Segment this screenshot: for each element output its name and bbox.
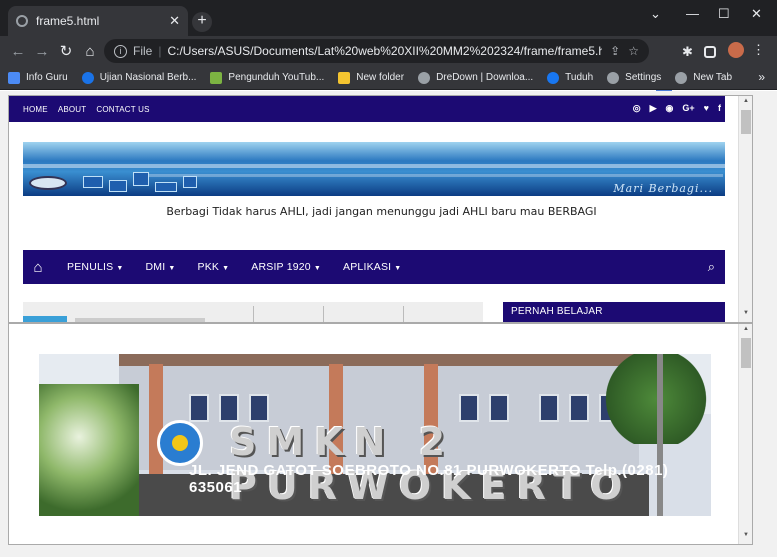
top-frame: HOME ABOUT CONTACT US ◎ ▶ ◉ G+ ♥ f Mari … xyxy=(8,95,753,323)
bottom-frame: SMKN 2 PURWOKERTO JL. JEND GATOT SOEBROT… xyxy=(8,323,753,545)
minimize-button[interactable]: — xyxy=(686,6,699,21)
twitter-icon[interactable]: ♥ xyxy=(704,103,709,114)
forward-icon[interactable]: → xyxy=(30,43,54,60)
bookmark-star-icon[interactable]: ☆ xyxy=(628,44,639,58)
download-arrow-icon xyxy=(210,71,223,84)
tab-title: frame5.html xyxy=(36,14,100,28)
tab-search-icon[interactable]: ⌄ xyxy=(650,6,661,22)
widget-title: PERNAH BELAJAR xyxy=(503,302,725,322)
maximize-button[interactable]: ☐ xyxy=(718,6,730,22)
browser-toolbar: ← → ↻ ⌂ i File | C:/Users/ASUS/Documents… xyxy=(0,36,777,96)
globe-icon xyxy=(675,71,688,84)
globe-icon xyxy=(16,15,28,27)
main-menu: ⌂ PENULIS ▼ DMI ▼ PKK ▼ ARSIP 1920 ▼ APLIKAS… xyxy=(23,250,725,284)
menu-pkk[interactable]: PKK ▼ xyxy=(197,261,229,273)
title-bar: frame5.html ✕ + ⌄ — ☐ ✕ xyxy=(0,0,777,36)
facebook-icon xyxy=(547,71,560,84)
school-logo xyxy=(157,420,203,466)
folder-icon xyxy=(338,71,351,84)
instagram-icon[interactable]: ◎ xyxy=(633,103,641,114)
bookmark-ujian-nasional[interactable]: Ujian Nasional Berb... xyxy=(81,71,196,84)
bookmark-pengunduh-youtube[interactable]: Pengunduh YouTub... xyxy=(210,71,324,84)
bookmarks-bar: Info Guru Ujian Nasional Berb... Pengund… xyxy=(0,66,777,90)
menu-aplikasi[interactable]: APLIKASI ▼ xyxy=(343,261,401,273)
scroll-up-icon[interactable]: ▲ xyxy=(739,326,752,332)
bottom-frame-scrollbar[interactable]: ▲ ▼ xyxy=(738,324,752,544)
scroll-thumb[interactable] xyxy=(741,110,751,134)
header-banner[interactable]: Mari Berbagi... xyxy=(23,142,725,196)
top-navbar: HOME ABOUT CONTACT US ◎ ▶ ◉ G+ ♥ f xyxy=(9,96,725,122)
school-photo: SMKN 2 PURWOKERTO JL. JEND GATOT SOEBROT… xyxy=(39,354,711,516)
extensions-puzzle-icon[interactable]: ✱ xyxy=(682,44,698,60)
back-icon[interactable]: ← xyxy=(6,43,30,60)
caret-down-icon: ▼ xyxy=(116,265,124,272)
top-link-home[interactable]: HOME xyxy=(23,105,48,114)
bookmark-new-tab[interactable]: New Tab xyxy=(675,71,732,84)
globe-icon xyxy=(418,71,431,84)
more-menu-icon[interactable]: ⋮ xyxy=(752,42,768,58)
close-window-button[interactable]: ✕ xyxy=(751,6,762,22)
close-tab-icon[interactable]: ✕ xyxy=(169,13,180,29)
menu-arsip-1920[interactable]: ARSIP 1920 ▼ xyxy=(251,261,321,273)
caret-down-icon: ▼ xyxy=(313,265,321,272)
menu-dmi[interactable]: DMI ▼ xyxy=(145,261,175,273)
featured-post-strip[interactable] xyxy=(23,302,483,322)
bookmark-icon xyxy=(81,71,94,84)
new-tab-button[interactable]: + xyxy=(192,12,212,32)
address-bar[interactable]: i File | C:/Users/ASUS/Documents/Lat%20w… xyxy=(104,39,649,63)
address-separator: | xyxy=(158,44,162,58)
bookmark-settings[interactable]: Settings xyxy=(607,71,661,84)
caret-down-icon: ▼ xyxy=(168,265,176,272)
reload-icon[interactable]: ↻ xyxy=(54,42,78,60)
url-text[interactable]: C:/Users/ASUS/Documents/Lat%20web%20XII%… xyxy=(167,44,602,58)
youtube-icon[interactable]: ▶ xyxy=(650,103,657,114)
file-label: File xyxy=(133,44,153,58)
frame-bottom-line xyxy=(9,544,753,545)
bookmarks-overflow-icon[interactable]: » xyxy=(758,70,765,84)
banner-script-text: Mari Berbagi... xyxy=(613,182,713,195)
top-link-contact[interactable]: CONTACT US xyxy=(96,105,149,114)
profile-avatar[interactable] xyxy=(728,42,744,58)
google-plus-icon[interactable]: G+ xyxy=(682,103,694,114)
browser-tab[interactable]: frame5.html ✕ xyxy=(8,6,188,36)
scroll-down-icon[interactable]: ▼ xyxy=(739,310,752,316)
side-panel-icon[interactable] xyxy=(704,46,716,58)
bookmark-tuduh[interactable]: Tuduh xyxy=(547,71,593,84)
social-links: ◎ ▶ ◉ G+ ♥ f xyxy=(624,103,721,114)
scroll-up-icon[interactable]: ▲ xyxy=(739,98,752,104)
caret-down-icon: ▼ xyxy=(222,265,230,272)
gear-icon xyxy=(607,71,620,84)
bookmark-info-guru[interactable]: Info Guru xyxy=(8,71,68,84)
scroll-thumb[interactable] xyxy=(741,338,751,368)
disk-graphic xyxy=(29,176,67,190)
caret-down-icon: ▼ xyxy=(394,265,402,272)
bookmark-icon xyxy=(8,71,20,84)
top-link-about[interactable]: ABOUT xyxy=(58,105,87,114)
page-viewport: HOME ABOUT CONTACT US ◎ ▶ ◉ G+ ♥ f Mari … xyxy=(0,91,777,557)
bookmark-dredown[interactable]: DreDown | Downloa... xyxy=(418,71,533,84)
top-frame-scrollbar[interactable]: ▲ ▼ xyxy=(738,96,752,322)
facebook-icon[interactable]: f xyxy=(718,103,721,114)
home-icon[interactable]: ⌂ xyxy=(23,250,53,284)
search-icon[interactable]: ⌕ xyxy=(708,259,715,275)
home-icon[interactable]: ⌂ xyxy=(78,43,102,60)
info-icon[interactable]: i xyxy=(114,44,127,58)
sign-address: JL. JEND GATOT SOEBROTO NO.81 PURWOKERTO… xyxy=(189,462,669,496)
scroll-down-icon[interactable]: ▼ xyxy=(739,532,752,538)
rss-icon[interactable]: ◉ xyxy=(666,103,674,114)
menu-penulis[interactable]: PENULIS ▼ xyxy=(67,261,123,273)
site-tagline: Berbagi Tidak harus AHLI, jadi jangan me… xyxy=(166,205,597,218)
share-icon[interactable]: ⇪ xyxy=(610,44,620,58)
bookmark-new-folder[interactable]: New folder xyxy=(338,71,404,84)
